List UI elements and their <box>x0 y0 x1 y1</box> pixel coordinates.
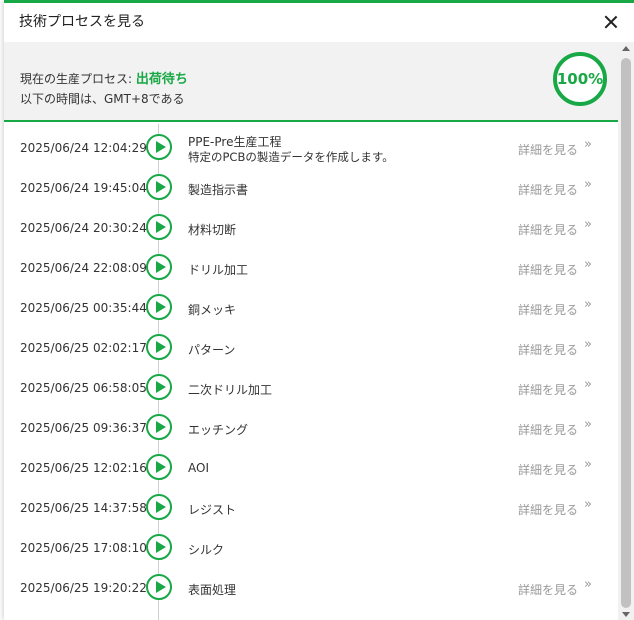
scroll-down-arrow-icon[interactable] <box>622 612 630 617</box>
process-row: 2025/06/25 09:36:37 エッチング 詳細を見る » <box>4 411 618 451</box>
play-circle-icon <box>146 494 172 520</box>
process-description: 特定のPCBの製造データを作成します。 <box>188 150 394 164</box>
double-chevron-right-icon[interactable]: » <box>584 297 592 312</box>
process-time: 2025/06/25 14:37:58 <box>20 501 147 515</box>
scrollbar[interactable] <box>618 42 634 620</box>
process-row: 2025/06/24 19:45:04 製造指示書 詳細を見る » <box>4 171 618 211</box>
play-circle-icon <box>146 214 172 240</box>
play-circle-icon <box>146 454 172 480</box>
view-details-link[interactable]: 詳細を見る <box>518 261 578 278</box>
modal-header: 技術プロセスを見る <box>4 3 634 39</box>
play-circle-icon <box>146 414 172 440</box>
process-time: 2025/06/25 12:02:16 <box>20 461 147 475</box>
process-row: 2025/06/25 06:58:05 二次ドリル加工 詳細を見る » <box>4 371 618 411</box>
double-chevron-right-icon[interactable]: » <box>584 137 592 152</box>
modal-title: 技術プロセスを見る <box>19 14 145 30</box>
scroll-thumb[interactable] <box>621 58 631 608</box>
progress-percent: 100% <box>556 70 604 88</box>
view-details-link[interactable]: 詳細を見る <box>518 461 578 478</box>
process-modal: 技術プロセスを見る 現在の生産プロセス: 出荷待ち 以下の時間は、GMT+8であ… <box>4 0 634 620</box>
process-row: 2025/06/25 00:35:44 銅メッキ 詳細を見る » <box>4 291 618 331</box>
play-circle-icon <box>146 134 172 160</box>
process-name: 製造指示書 <box>188 183 249 197</box>
process-name: PPE-Pre生産工程 <box>188 135 282 149</box>
timezone-note: 以下の時間は、GMT+8である <box>20 92 185 106</box>
play-circle-icon <box>146 574 172 600</box>
double-chevron-right-icon[interactable]: » <box>584 497 592 512</box>
process-name: ドリル加工 <box>188 263 249 277</box>
process-name: 表面処理 <box>188 583 237 597</box>
process-name: シルク <box>188 543 225 557</box>
close-icon[interactable] <box>602 13 620 31</box>
process-time: 2025/06/25 09:36:37 <box>20 421 147 435</box>
double-chevron-right-icon[interactable]: » <box>584 217 592 232</box>
process-row: 2025/06/24 12:04:29 PPE-Pre生産工程 特定のPCBの製造デ… <box>4 128 618 168</box>
process-time: 2025/06/25 02:02:17 <box>20 341 147 355</box>
process-time: 2025/06/24 22:08:09 <box>20 261 147 275</box>
process-name: レジスト <box>188 503 237 517</box>
double-chevron-right-icon[interactable]: » <box>584 177 592 192</box>
view-details-link[interactable]: 詳細を見る <box>518 301 578 318</box>
process-timeline[interactable]: 2025/06/24 12:04:29 PPE-Pre生産工程 特定のPCBの製造デ… <box>4 124 618 620</box>
progress-ring: 100% <box>553 52 607 106</box>
view-details-link[interactable]: 詳細を見る <box>518 501 578 518</box>
process-row: 2025/06/25 02:02:17 パターン 詳細を見る » <box>4 331 618 371</box>
double-chevron-right-icon[interactable]: » <box>584 417 592 432</box>
play-circle-icon <box>146 374 172 400</box>
play-circle-icon <box>146 294 172 320</box>
double-chevron-right-icon[interactable]: » <box>584 257 592 272</box>
double-chevron-right-icon[interactable]: » <box>584 457 592 472</box>
process-time: 2025/06/25 17:08:10 <box>20 541 147 555</box>
process-time: 2025/06/24 19:45:04 <box>20 181 147 195</box>
process-row: 2025/06/24 22:08:09 ドリル加工 詳細を見る » <box>4 251 618 291</box>
view-details-link[interactable]: 詳細を見る <box>518 581 578 598</box>
process-row: 2025/06/25 19:20:22 表面処理 詳細を見る » <box>4 571 618 611</box>
process-name: エッチング <box>188 423 249 437</box>
view-details-link[interactable]: 詳細を見る <box>518 221 578 238</box>
current-process-value: 出荷待ち <box>135 72 188 87</box>
process-time: 2025/06/25 06:58:05 <box>20 381 147 395</box>
view-details-link[interactable]: 詳細を見る <box>518 421 578 438</box>
process-time: 2025/06/25 19:20:22 <box>20 581 147 595</box>
process-name: パターン <box>188 343 236 357</box>
view-details-link[interactable]: 詳細を見る <box>518 141 578 158</box>
process-row: 2025/06/25 14:37:58 レジスト 詳細を見る » <box>4 491 618 531</box>
view-details-link[interactable]: 詳細を見る <box>518 381 578 398</box>
play-circle-icon <box>146 174 172 200</box>
play-circle-icon <box>146 534 172 560</box>
double-chevron-right-icon[interactable]: » <box>584 577 592 592</box>
process-row: 2025/06/25 12:02:16 AOI 詳細を見る » <box>4 451 618 491</box>
current-process: 現在の生産プロセス: 出荷待ち <box>20 68 188 87</box>
double-chevron-right-icon[interactable]: » <box>584 377 592 392</box>
view-details-link[interactable]: 詳細を見る <box>518 181 578 198</box>
process-time: 2025/06/25 00:35:44 <box>20 301 147 315</box>
status-panel: 現在の生産プロセス: 出荷待ち 以下の時間は、GMT+8である 100% <box>4 42 618 122</box>
play-circle-icon <box>146 254 172 280</box>
process-name: 材料切断 <box>188 223 237 237</box>
process-name: 銅メッキ <box>188 303 237 317</box>
process-name: AOI <box>188 461 209 475</box>
process-name: 二次ドリル加工 <box>188 383 273 397</box>
play-circle-icon <box>146 334 172 360</box>
process-row: 2025/06/24 20:30:24 材料切断 詳細を見る » <box>4 211 618 251</box>
current-process-label: 現在の生産プロセス: <box>20 72 136 86</box>
process-time: 2025/06/24 20:30:24 <box>20 221 147 235</box>
process-row: 2025/06/25 17:08:10 シルク <box>4 531 618 571</box>
double-chevron-right-icon[interactable]: » <box>584 337 592 352</box>
scroll-up-arrow-icon[interactable] <box>622 46 630 51</box>
process-time: 2025/06/24 12:04:29 <box>20 141 147 155</box>
view-details-link[interactable]: 詳細を見る <box>518 341 578 358</box>
